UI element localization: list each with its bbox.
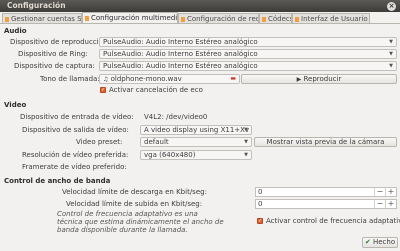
- tab-icon: [85, 15, 89, 21]
- tab-icon: [295, 16, 299, 22]
- adaptive-rate-note: Control de frecuencia adaptativo es una …: [57, 210, 224, 234]
- done-label: Hecho: [372, 238, 396, 246]
- video-output-value: A video display using X11+Xv: [144, 126, 250, 134]
- play-ringtone-button[interactable]: ▶ Reproducir: [241, 74, 397, 84]
- capture-device-select[interactable]: PulseAudio: Audio Interno Estéreo analóg…: [99, 61, 397, 71]
- camera-preview-label: Mostrar vista previa de la cámara: [266, 138, 385, 146]
- playback-device-select[interactable]: PulseAudio: Audio Interno Estéreo analóg…: [99, 37, 397, 47]
- download-limit-value: 0: [258, 188, 263, 196]
- video-preset-label: Video preset:: [76, 138, 123, 146]
- ring-device-value: PulseAudio: Audio Interno Estéreo analóg…: [103, 50, 258, 58]
- close-icon[interactable]: ×: [387, 1, 396, 11]
- ring-device-label: Dispositivo de Ring:: [18, 50, 88, 58]
- chevron-down-icon: ▼: [244, 127, 248, 133]
- playback-device-value: PulseAudio: Audio Interno Estéreo analóg…: [103, 38, 258, 46]
- chevron-down-icon: ▼: [389, 63, 393, 69]
- video-output-select[interactable]: A video display using X11+Xv ▼: [140, 125, 252, 135]
- check-icon: ✔: [364, 238, 371, 246]
- upload-limit-label: Velocidad límite de subida en Kbit/seg:: [66, 200, 203, 208]
- video-framerate-label: Framerate de vídeo preferido:: [22, 163, 127, 171]
- tab-label: Interfaz de Usuario: [301, 15, 368, 23]
- video-input-value: V4L2: /dev/video0: [144, 113, 208, 121]
- video-resolution-select[interactable]: vga (640x480) ▼: [140, 150, 252, 160]
- window-title: Configuración: [7, 1, 66, 10]
- echo-cancel-checkbox[interactable]: ✓: [100, 87, 106, 93]
- upload-limit-value: 0: [258, 200, 263, 208]
- minus-icon[interactable]: −: [374, 188, 385, 196]
- playback-device-label: Dispositivo de reproducción:: [10, 38, 110, 46]
- adaptive-rate-checkbox[interactable]: ✓: [257, 218, 263, 224]
- echo-cancel-label[interactable]: Activar cancelación de eco: [109, 86, 203, 94]
- ringtone-label: Tono de llamada:: [40, 75, 100, 83]
- video-input-select[interactable]: V4L2: /dev/video0: [140, 112, 252, 122]
- video-preset-value: default: [144, 138, 169, 146]
- video-resolution-value: vga (640x480): [144, 151, 196, 159]
- chevron-down-icon: ▼: [389, 39, 393, 45]
- download-limit-label: Velocidad límite de descarga en Kbit/seg…: [62, 188, 207, 196]
- folder-icon: ▬: [230, 75, 236, 82]
- tab-label: Configuración de red: [187, 15, 259, 23]
- plus-icon[interactable]: +: [385, 188, 396, 196]
- tab-icon: [262, 16, 266, 22]
- window-titlebar: Configuración ×: [0, 0, 400, 12]
- tab-label: Gestionar cuentas SIP: [11, 15, 82, 23]
- video-resolution-label: Resolución de vídeo preferida:: [22, 151, 129, 159]
- play-ringtone-label: Reproducir: [303, 75, 342, 83]
- multimedia-settings-panel: Audio Dispositivo de reproducción: Pulse…: [0, 23, 400, 251]
- chevron-down-icon: ▼: [244, 152, 248, 158]
- minus-icon[interactable]: −: [374, 200, 385, 208]
- video-section-title: Video: [4, 101, 27, 109]
- capture-device-value: PulseAudio: Audio Interno Estéreo analóg…: [103, 62, 258, 70]
- download-limit-spinner[interactable]: 0 − +: [255, 187, 397, 197]
- ring-device-select[interactable]: PulseAudio: Audio Interno Estéreo analóg…: [99, 49, 397, 59]
- tab-label: Configuración multimedia: [91, 14, 178, 22]
- tab-icon: [5, 16, 9, 22]
- camera-preview-button[interactable]: Mostrar vista previa de la cámara: [254, 137, 397, 147]
- tab-icon: [181, 16, 185, 22]
- plus-icon[interactable]: +: [385, 200, 396, 208]
- video-output-label: Dispositivo de salida de vídeo:: [22, 126, 129, 134]
- done-button[interactable]: ✔ Hecho: [362, 237, 398, 248]
- video-framerate-select[interactable]: [140, 162, 252, 172]
- upload-limit-spinner[interactable]: 0 − +: [255, 199, 397, 209]
- bandwidth-section-title: Control de ancho de banda: [4, 177, 111, 185]
- ringtone-file-value: oldphone-mono.wav: [110, 75, 182, 83]
- chevron-down-icon: ▼: [244, 139, 248, 145]
- tab-label: Códecs: [268, 15, 292, 23]
- video-input-label: Dispositivo de entrada de vídeo:: [20, 113, 134, 121]
- capture-device-label: Dispositivo de captura:: [14, 62, 95, 70]
- chevron-down-icon: ▼: [389, 51, 393, 57]
- audio-section-title: Audio: [4, 27, 27, 35]
- music-file-icon: ♫: [103, 76, 109, 83]
- video-preset-select[interactable]: default ▼: [140, 137, 252, 147]
- adaptive-rate-label[interactable]: Activar control de frecuencia adaptativo: [266, 217, 400, 225]
- ringtone-file-chooser[interactable]: ♫ oldphone-mono.wav ▬: [99, 74, 240, 84]
- play-icon: ▶: [296, 76, 302, 83]
